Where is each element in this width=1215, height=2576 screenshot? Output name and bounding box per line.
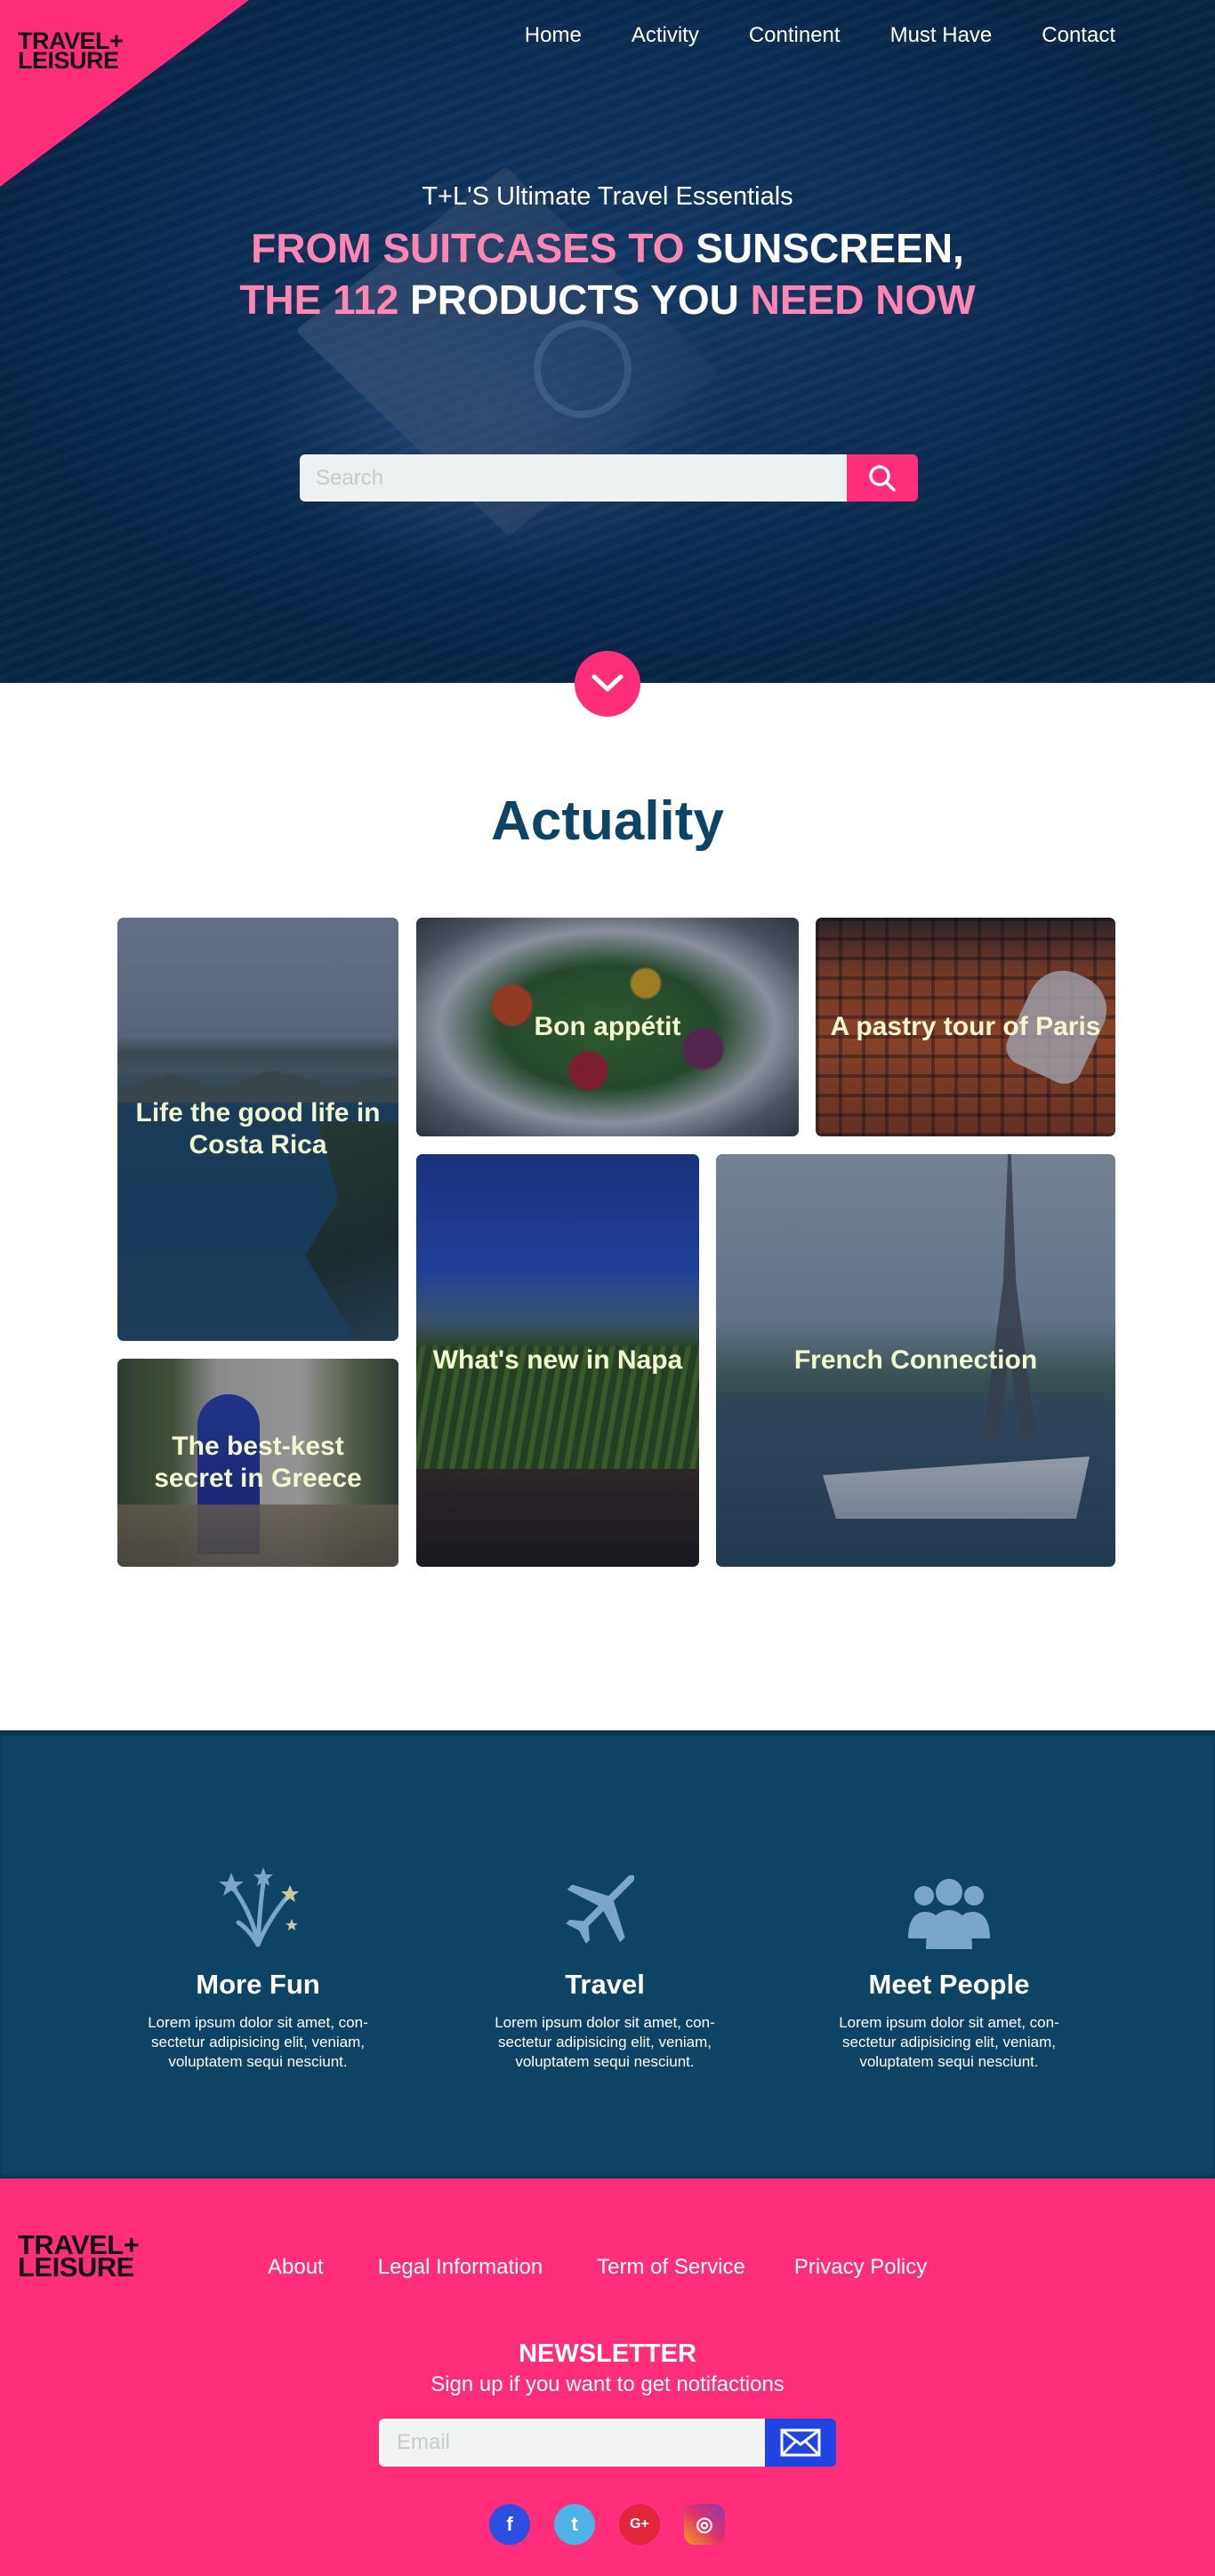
logo-line-2: LEISURE bbox=[18, 2251, 134, 2283]
feature-text: Lorem ipsum dolor sit amet, con-sectetur… bbox=[495, 2014, 715, 2070]
nav-continent[interactable]: Continent bbox=[749, 23, 841, 48]
people-icon bbox=[908, 1879, 990, 1949]
feature-icon-wrap bbox=[471, 1851, 738, 1949]
footer-link-legal[interactable]: Legal Information bbox=[378, 2255, 543, 2280]
tile-pastry-tour[interactable]: A pastry tour of Paris bbox=[816, 918, 1115, 1136]
tile-label: The best-kest secret in Greece bbox=[154, 1432, 362, 1493]
logo-line-2: LEISURE bbox=[18, 47, 119, 75]
nav-contact[interactable]: Contact bbox=[1042, 23, 1115, 48]
tile-label: French Connection bbox=[793, 1345, 1038, 1375]
main-nav: Home Activity Continent Must Have Contac… bbox=[525, 23, 1215, 48]
tile-label: A pastry tour of Paris bbox=[830, 1012, 1101, 1041]
footer: TRAVEL+ LEISURE About Legal Information … bbox=[0, 2179, 1215, 2576]
facebook-icon[interactable]: f bbox=[489, 2504, 530, 2545]
instagram-icon[interactable]: ◎ bbox=[684, 2504, 725, 2545]
tile-label: Bon appétit bbox=[534, 1012, 681, 1041]
email-field[interactable] bbox=[379, 2419, 765, 2467]
features-section: More Fun Lorem ipsum dolor sit amet, con… bbox=[0, 1730, 1215, 2179]
feature-title: Meet People bbox=[868, 1969, 1030, 2000]
airplane-icon bbox=[566, 1874, 635, 1944]
travel-leisure-logo[interactable]: TRAVEL+ LEISURE bbox=[18, 28, 124, 75]
headline-part-2: SUNSCREEN, bbox=[696, 225, 964, 271]
nav-home[interactable]: Home bbox=[525, 23, 582, 48]
newsletter-text: Sign up if you want to get notifactions bbox=[430, 2372, 785, 2396]
search-button[interactable] bbox=[847, 454, 918, 502]
tile-greece[interactable]: The best-kest secret in Greece bbox=[117, 1359, 398, 1567]
tile-napa[interactable]: What's new in Napa bbox=[416, 1154, 699, 1567]
newsletter-form bbox=[379, 2419, 836, 2467]
hero-headline: FROM SUITCASES TO SUNSCREEN, THE 112 PRO… bbox=[0, 222, 1215, 325]
headline-part-1: FROM SUITCASES TO bbox=[251, 225, 696, 271]
feature-text: Lorem ipsum dolor sit amet, con-sectetur… bbox=[148, 2014, 368, 2070]
feature-meet-people: Meet People Lorem ipsum dolor sit amet, … bbox=[816, 1851, 1082, 2072]
twitter-icon[interactable]: t bbox=[554, 2504, 595, 2545]
feature-title: More Fun bbox=[196, 1969, 320, 2000]
fireworks-icon bbox=[219, 1867, 299, 1947]
social-links: f t G+ ◎ bbox=[489, 2504, 749, 2545]
nav-activity[interactable]: Activity bbox=[632, 23, 699, 48]
tile-bon-appetit[interactable]: Bon appétit bbox=[416, 918, 799, 1136]
search-input[interactable] bbox=[300, 454, 847, 502]
hero-text: T+L'S Ultimate Travel Essentials FROM SU… bbox=[0, 182, 1215, 325]
hero-float-ring-image bbox=[534, 320, 632, 418]
headline-part-3: THE 112 bbox=[239, 277, 411, 323]
hero-search bbox=[300, 454, 918, 502]
newsletter-title: NEWSLETTER bbox=[519, 2339, 696, 2368]
hero-section: TRAVEL+ LEISURE Home Activity Continent … bbox=[0, 0, 1215, 683]
feature-more-fun: More Fun Lorem ipsum dolor sit amet, con… bbox=[125, 1851, 391, 2072]
feature-title: Travel bbox=[565, 1969, 645, 2000]
chevron-down-icon bbox=[591, 674, 624, 692]
headline-part-5: NEED NOW bbox=[750, 277, 976, 323]
feature-text: Lorem ipsum dolor sit amet, con-sectetur… bbox=[839, 2014, 1059, 2070]
tile-french-connection[interactable]: French Connection bbox=[716, 1154, 1115, 1567]
feature-travel: Travel Lorem ipsum dolor sit amet, con-s… bbox=[471, 1851, 738, 2072]
nav-must-have[interactable]: Must Have bbox=[890, 23, 993, 48]
footer-link-terms[interactable]: Term of Service bbox=[597, 2255, 745, 2280]
mail-icon bbox=[780, 2428, 821, 2457]
actuality-title: Actuality bbox=[491, 790, 724, 852]
google-plus-icon[interactable]: G+ bbox=[619, 2504, 660, 2545]
footer-nav: About Legal Information Term of Service … bbox=[268, 2255, 981, 2280]
footer-link-about[interactable]: About bbox=[268, 2255, 324, 2280]
feature-icon-wrap bbox=[816, 1851, 1082, 1949]
feature-icon-wrap bbox=[125, 1851, 391, 1949]
tile-label: Life the good life in Costa Rica bbox=[135, 1098, 381, 1160]
actuality-section: Actuality Life the good life in Costa Ri… bbox=[0, 651, 1215, 1730]
hero-kicker: T+L'S Ultimate Travel Essentials bbox=[422, 182, 793, 211]
tile-label: What's new in Napa bbox=[432, 1345, 683, 1375]
tile-costa-rica[interactable]: Life the good life in Costa Rica bbox=[117, 918, 398, 1341]
headline-part-4: PRODUCTS YOU bbox=[410, 277, 751, 323]
scroll-down-button[interactable] bbox=[575, 651, 640, 717]
footer-logo[interactable]: TRAVEL+ LEISURE bbox=[18, 2231, 140, 2283]
subscribe-button[interactable] bbox=[765, 2419, 836, 2467]
search-icon bbox=[869, 464, 896, 492]
footer-link-privacy[interactable]: Privacy Policy bbox=[794, 2255, 927, 2280]
newsletter: NEWSLETTER Sign up if you want to get no… bbox=[0, 2339, 1215, 2397]
